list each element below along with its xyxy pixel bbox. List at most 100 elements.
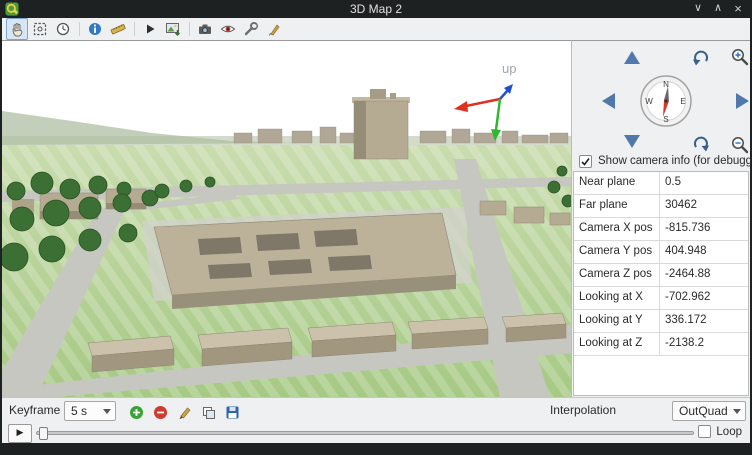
edit-keyframe-button[interactable]: [172, 401, 196, 423]
axis-up-label: up: [502, 61, 516, 76]
style-brush-button[interactable]: [263, 18, 285, 40]
row-value: 0.5: [660, 172, 748, 194]
compass-west-label: W: [645, 97, 653, 106]
camera-icon: [197, 21, 213, 37]
row-value: -2464.88: [660, 264, 748, 286]
checkmark-icon: [580, 156, 591, 167]
save-image-button[interactable]: [162, 18, 184, 40]
show-camera-info-label: Show camera info (for debugging): [598, 155, 752, 167]
camera-info-table: Near plane 0.5 Far plane 30462 Camera X …: [573, 171, 749, 396]
row-label: Camera Y pos: [574, 241, 660, 263]
table-row: Looking at X -702.962: [574, 287, 748, 310]
toolbar-separator: [79, 22, 80, 36]
compass[interactable]: N E S W: [639, 74, 693, 128]
tall-building: [352, 89, 410, 159]
table-row: Far plane 30462: [574, 195, 748, 218]
minimize-button[interactable]: ∨: [688, 0, 708, 18]
row-value: -702.962: [660, 287, 748, 309]
app-window: 3D Map 2 ∨ ∧ ×: [0, 0, 752, 455]
row-label: Looking at X: [574, 287, 660, 309]
loop-checkbox[interactable]: [698, 425, 711, 438]
toolbar-separator: [134, 22, 135, 36]
settings-wrench-button[interactable]: [240, 18, 262, 40]
keyframe-select-value: 5 s: [71, 402, 87, 420]
camera-navigation-panel: N E S W: [571, 40, 750, 397]
hand-icon: [9, 21, 25, 37]
row-label: Camera Z pos: [574, 264, 660, 286]
play-button[interactable]: ▶: [8, 424, 32, 443]
keyframe-select[interactable]: 5 s: [64, 401, 116, 421]
table-row: Camera X pos -815.736: [574, 218, 748, 241]
extent-icon: [32, 21, 48, 37]
pencil-icon: [177, 405, 192, 420]
add-keyframe-button[interactable]: [124, 401, 148, 423]
row-value: 336.172: [660, 310, 748, 332]
title-bar: 3D Map 2 ∨ ∧ ×: [0, 0, 752, 18]
nav-rotate-down-button[interactable]: [692, 135, 710, 153]
keyframe-label: Keyframe: [9, 398, 60, 424]
row-value: -815.736: [660, 218, 748, 240]
compass-east-label: E: [680, 97, 685, 106]
camera-control-button[interactable]: [6, 18, 28, 40]
toolbar-separator: [189, 22, 190, 36]
chevron-down-icon: [733, 409, 741, 414]
clock-icon: [55, 21, 71, 37]
compass-south-label: S: [663, 115, 668, 124]
nav-move-down-button[interactable]: [624, 135, 640, 148]
window-title: 3D Map 2: [0, 0, 752, 18]
add-icon: [129, 405, 144, 420]
playback-row: ▶ Loop: [2, 423, 750, 443]
scene-effects-button[interactable]: [217, 18, 239, 40]
interpolation-select-value: OutQuad: [679, 402, 728, 420]
capture-camera-button[interactable]: [194, 18, 216, 40]
image-save-icon: [165, 21, 181, 37]
row-value: 30462: [660, 195, 748, 217]
nav-rotate-up-button[interactable]: [692, 49, 710, 67]
measure-line-button[interactable]: [107, 18, 129, 40]
timeline-slider-handle[interactable]: [39, 427, 48, 440]
table-row: Looking at Z -2138.2: [574, 333, 748, 356]
play-animation-button[interactable]: [139, 18, 161, 40]
play-icon: [142, 21, 158, 37]
save-icon: [225, 405, 240, 420]
loop-label: Loop: [716, 426, 742, 438]
viewport-3d-scene: up: [2, 41, 571, 397]
duplicate-keyframe-button[interactable]: [196, 401, 220, 423]
ruler-icon: [110, 21, 126, 37]
toolbar: [2, 18, 750, 40]
info-icon: [87, 21, 103, 37]
zoom-in-button[interactable]: [730, 47, 750, 67]
play-icon: ▶: [17, 427, 24, 437]
wrench-icon: [243, 21, 259, 37]
row-label: Looking at Y: [574, 310, 660, 332]
zoom-out-button[interactable]: [730, 135, 750, 155]
duplicate-icon: [201, 405, 216, 420]
show-camera-info-checkbox[interactable]: [579, 155, 592, 168]
nav-move-left-button[interactable]: [602, 93, 615, 109]
row-label: Far plane: [574, 195, 660, 217]
timeline-slider[interactable]: [36, 431, 694, 435]
row-label: Camera X pos: [574, 218, 660, 240]
show-camera-info-row: Show camera info (for debugging): [579, 153, 752, 169]
save-animation-button[interactable]: [220, 401, 244, 423]
maximize-button[interactable]: ∧: [708, 0, 728, 18]
remove-icon: [153, 405, 168, 420]
interpolation-label: Interpolation: [550, 398, 616, 424]
identify-button[interactable]: [84, 18, 106, 40]
remove-keyframe-button[interactable]: [148, 401, 172, 423]
nav-move-up-button[interactable]: [624, 51, 640, 64]
table-row: Near plane 0.5: [574, 172, 748, 195]
animation-clock-button[interactable]: [52, 18, 74, 40]
nav-move-right-button[interactable]: [736, 93, 749, 109]
table-row: Camera Z pos -2464.88: [574, 264, 748, 287]
loop-row: Loop: [698, 425, 742, 438]
table-row: Looking at Y 336.172: [574, 310, 748, 333]
keyframe-bar: Keyframe 5 s: [2, 397, 750, 423]
zoom-full-button[interactable]: [29, 18, 51, 40]
interpolation-select[interactable]: OutQuad: [672, 401, 746, 421]
row-value: -2138.2: [660, 333, 748, 355]
close-button[interactable]: ×: [728, 0, 748, 18]
compass-north-label: N: [663, 80, 669, 89]
viewport-3d[interactable]: up: [2, 40, 571, 397]
table-row: Camera Y pos 404.948: [574, 241, 748, 264]
